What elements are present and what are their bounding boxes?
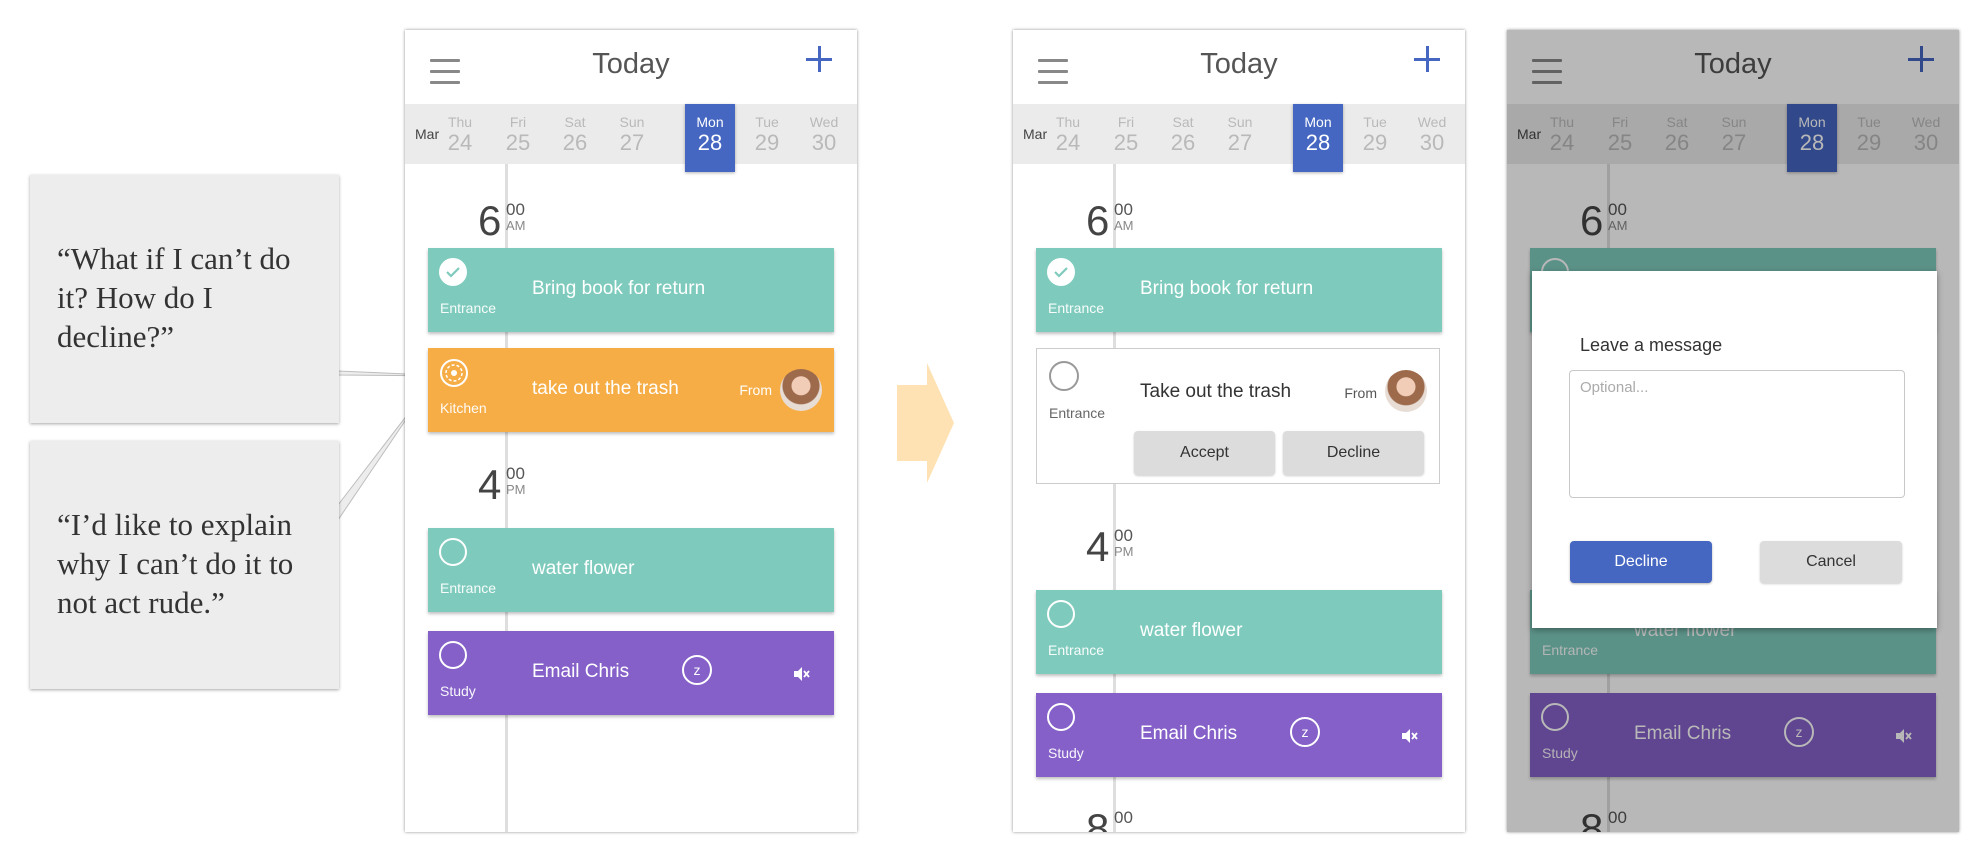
decline-button[interactable]: Decline <box>1283 431 1424 475</box>
day-mon-selected[interactable]: Mon 28 <box>685 104 735 172</box>
day-tue[interactable]: Tue 29 <box>742 104 792 172</box>
phone-screen-list: Today Mar Thu 24 Fri 25 Sat 26 Sun 27 Mon 28 … <box>405 30 857 832</box>
leave-message-dialog: Leave a message Decline Cancel <box>1532 271 1937 628</box>
task-location: Entrance <box>440 580 497 596</box>
task-location: Entrance <box>1048 300 1105 316</box>
task-name: water flower <box>532 558 635 579</box>
task-name: take out the trash <box>532 378 679 399</box>
circle-check-icon[interactable] <box>1047 600 1075 628</box>
task-card-flower[interactable]: Entrance water flower <box>1036 590 1442 674</box>
transition-arrow-icon <box>897 363 954 483</box>
day-tue[interactable]: Tue 29 <box>1350 104 1400 172</box>
task-card-flower[interactable]: Entrance water flower <box>428 528 834 612</box>
circle-check-icon[interactable] <box>1047 703 1075 731</box>
date-strip: Mar Thu 24 Fri 25 Sat 26 Sun 27 Mon 28 Tue 29 … <box>1013 104 1465 172</box>
day-sun[interactable]: Sun 27 <box>607 104 657 172</box>
day-wed[interactable]: Wed 30 <box>799 104 849 172</box>
day-mon-selected[interactable]: Mon 28 <box>1293 104 1343 172</box>
avatar <box>780 369 822 411</box>
app-header: Today <box>405 30 857 104</box>
day-thu[interactable]: Thu 24 <box>1043 104 1093 172</box>
task-location: Study <box>440 683 476 699</box>
day-wed[interactable]: Wed 30 <box>1407 104 1457 172</box>
task-name: Email Chris <box>1140 723 1238 744</box>
snooze-icon[interactable]: z <box>1290 717 1320 747</box>
dialog-decline-button[interactable]: Decline <box>1570 541 1712 583</box>
day-fri[interactable]: Fri 25 <box>1101 104 1151 172</box>
page-title: Today <box>1200 48 1278 80</box>
task-location: Entrance <box>1048 642 1105 658</box>
phone-screen-expanded: Today Mar Thu 24 Fri 25 Sat 26 Sun 27 Mon 28 … <box>1013 30 1465 832</box>
task-location: Kitchen <box>440 400 487 416</box>
phone-screen-dialog: Today Mar Thu 24 Fri 25 Sat 26 Sun 27 Mon 28 … <box>1507 30 1959 832</box>
day-sun[interactable]: Sun 27 <box>1215 104 1265 172</box>
task-card-book[interactable]: Entrance Bring book for return <box>1036 248 1442 332</box>
task-location: Study <box>1048 745 1084 761</box>
task-name: Bring book for return <box>1140 278 1314 299</box>
from-label: From <box>1344 385 1377 401</box>
from-label: From <box>739 382 772 398</box>
task-name: Take out the trash <box>1140 381 1292 402</box>
day-thu[interactable]: Thu 24 <box>435 104 485 172</box>
day-sat[interactable]: Sat 26 <box>550 104 600 172</box>
check-icon[interactable] <box>439 258 467 286</box>
add-icon[interactable] <box>806 46 832 72</box>
task-location: Entrance <box>440 300 497 316</box>
check-icon[interactable] <box>1047 258 1075 286</box>
dialog-cancel-button[interactable]: Cancel <box>1760 541 1902 583</box>
speech-bubble-decline-question: “What if I can’t do it? How do I decline… <box>30 175 339 423</box>
task-card-trash[interactable]: Kitchen take out the trash From <box>428 348 834 432</box>
avatar <box>1385 370 1427 412</box>
bubble-text: “I’d like to explain why I can’t do it t… <box>57 507 294 620</box>
speech-bubble-explain: “I’d like to explain why I can’t do it t… <box>30 441 339 689</box>
circle-check-icon[interactable] <box>1049 361 1079 391</box>
snooze-icon[interactable]: z <box>682 655 712 685</box>
mute-icon[interactable] <box>792 665 810 683</box>
page-title: Today <box>592 48 670 80</box>
message-input[interactable] <box>1569 370 1905 498</box>
add-icon[interactable] <box>1414 46 1440 72</box>
circle-check-icon[interactable] <box>439 538 467 566</box>
accept-button[interactable]: Accept <box>1134 431 1275 475</box>
task-card-book[interactable]: Entrance Bring book for return <box>428 248 834 332</box>
bubble-text: “What if I can’t do it? How do I decline… <box>57 241 291 354</box>
mute-icon[interactable] <box>1400 727 1418 745</box>
task-card-trash-expanded[interactable]: Entrance Take out the trash From Accept … <box>1036 348 1440 484</box>
dialog-title: Leave a message <box>1580 335 1723 355</box>
task-card-email[interactable]: Study Email Chris z <box>1036 693 1442 777</box>
task-card-email[interactable]: Study Email Chris z <box>428 631 834 715</box>
dotted-circle-icon[interactable] <box>439 358 468 387</box>
task-name: Bring book for return <box>532 278 706 299</box>
circle-check-icon[interactable] <box>439 641 467 669</box>
date-strip: Mar Thu 24 Fri 25 Sat 26 Sun 27 Mon 28 Tue 29 … <box>405 104 857 172</box>
day-sat[interactable]: Sat 26 <box>1158 104 1208 172</box>
task-name: Email Chris <box>532 661 630 682</box>
day-fri[interactable]: Fri 25 <box>493 104 543 172</box>
app-header: Today <box>1013 30 1465 104</box>
task-location: Entrance <box>1049 405 1106 421</box>
task-name: water flower <box>1140 620 1243 641</box>
